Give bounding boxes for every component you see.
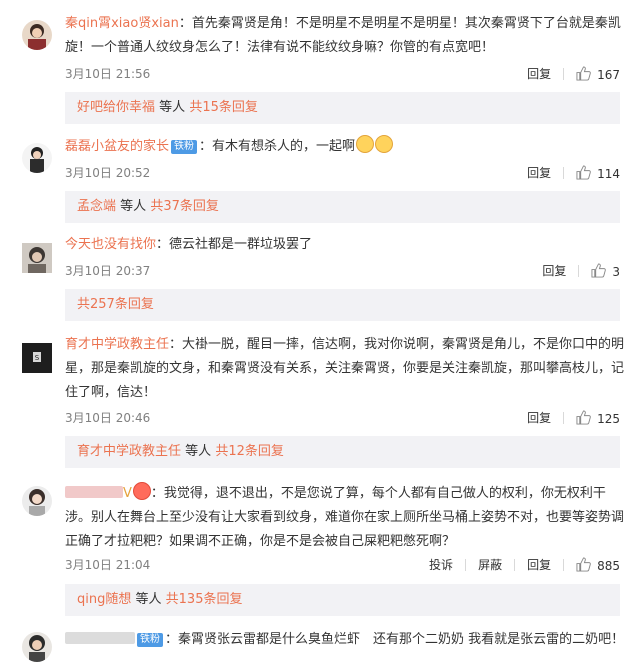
reply-button[interactable]: 回复: [527, 164, 551, 181]
reply-mid-text: 等人: [159, 100, 186, 115]
divider: [465, 558, 467, 571]
reply-button[interactable]: 回复: [527, 409, 551, 426]
thumbs-up-icon: [576, 409, 591, 425]
reply-button[interactable]: 回复: [527, 65, 551, 82]
reply-summary[interactable]: 好吧给你幸福 等人 共15条回复: [65, 92, 620, 124]
comment-time: 3月10日 20:52: [65, 166, 151, 180]
view-replies-link[interactable]: 共257条回复: [77, 297, 154, 312]
reply-button[interactable]: 回复: [542, 262, 566, 279]
fan-level-icon: [132, 482, 151, 500]
comment-text: 铁粉 ：秦霄贤张云雷都是什么臭鱼烂虾 还有那个二奶奶 我看就是张云雷的二奶吧！: [65, 628, 630, 652]
comment-time: 3月10日 21:04: [65, 558, 151, 572]
divider: [563, 67, 565, 80]
like-button[interactable]: 167: [576, 65, 620, 82]
emoji-icon: [356, 135, 375, 153]
comment-time: 3月10日 20:46: [65, 411, 151, 425]
thumbs-up-icon: [576, 556, 591, 572]
divider: [563, 411, 565, 424]
thumbs-up-icon: [576, 164, 591, 180]
comment-text: V ：我觉得，退不退出，不是您说了算，每个人都有自己做人的权利，你无权利干涉。别人…: [65, 482, 630, 554]
fan-badge: 铁粉: [171, 140, 198, 154]
reply-summary[interactable]: qing随想 等人 共135条回复: [65, 584, 620, 616]
reply-summary[interactable]: 育才中学政教主任 等人 共12条回复: [65, 436, 620, 468]
user-avatar[interactable]: [22, 20, 52, 50]
like-count: 885: [597, 558, 620, 573]
comment-text: 秦qin霄xiao贤xian：首先秦霄贤是角！不是明星不是明星不是明星！其次秦霄…: [65, 12, 630, 60]
username-redacted: [65, 632, 135, 644]
comment-text: 今天也没有找你：德云社都是一群垃圾罢了: [65, 233, 630, 257]
comment-actions: 回复 125: [527, 409, 620, 426]
like-button[interactable]: 3: [591, 262, 620, 279]
reply-user-link[interactable]: 孟念端: [77, 199, 116, 214]
reply-mid-text: 等人: [135, 592, 162, 607]
like-button[interactable]: 885: [576, 556, 620, 573]
comment-username[interactable]: 育才中学政教主任: [65, 337, 169, 352]
user-avatar[interactable]: [22, 143, 52, 173]
fan-badge: 铁粉: [137, 633, 163, 647]
like-count: 114: [597, 166, 620, 181]
reply-summary[interactable]: 共257条回复: [65, 289, 620, 321]
comment-time: 3月10日 20:37: [65, 264, 151, 278]
divider: [514, 558, 516, 571]
user-avatar[interactable]: [22, 486, 52, 516]
reply-button[interactable]: 回复: [527, 556, 551, 573]
thumbs-up-icon: [591, 262, 607, 278]
comment-text: 育才中学政教主任：大褂一脱，醒目一摔，信达啊，我对你说啊，秦霄贤是角儿，不是你口…: [65, 333, 630, 405]
user-avatar[interactable]: [22, 632, 52, 662]
report-button[interactable]: 投诉: [429, 556, 453, 573]
user-avatar[interactable]: [22, 243, 52, 273]
reply-user-link[interactable]: 好吧给你幸福: [77, 100, 155, 115]
comment-username[interactable]: 今天也没有找你: [65, 237, 156, 252]
comment-username[interactable]: 秦qin霄xiao贤xian: [65, 16, 179, 31]
reply-mid-text: 等人: [120, 199, 147, 214]
like-count: 125: [597, 411, 620, 426]
user-avatar[interactable]: S: [22, 343, 52, 373]
reply-user-link[interactable]: qing随想: [77, 592, 131, 607]
view-replies-link[interactable]: 共135条回复: [166, 592, 243, 607]
verified-icon: V: [123, 486, 132, 501]
thumbs-up-icon: [576, 65, 591, 81]
comment-actions: 回复 3: [542, 262, 620, 279]
like-count: 3: [612, 264, 620, 279]
view-replies-link[interactable]: 共37条回复: [150, 199, 219, 214]
view-replies-link[interactable]: 共12条回复: [215, 444, 284, 459]
comment-username[interactable]: 磊磊小盆友的家长: [65, 139, 169, 154]
divider: [563, 166, 565, 179]
divider: [578, 264, 580, 277]
comment-body: ：德云社都是一群垃圾罢了: [156, 237, 313, 252]
comment-actions: 回复 114: [527, 164, 620, 181]
comment-actions: 投诉 屏蔽 回复 885: [429, 556, 620, 573]
comment-actions: 回复 167: [527, 65, 620, 82]
comment-time: 3月10日 21:56: [65, 67, 151, 81]
like-button[interactable]: 114: [576, 164, 620, 181]
view-replies-link[interactable]: 共15条回复: [189, 100, 258, 115]
divider: [563, 558, 565, 571]
svg-text:S: S: [35, 354, 40, 362]
reply-mid-text: 等人: [185, 444, 212, 459]
reply-user-link[interactable]: 育才中学政教主任: [77, 444, 181, 459]
comment-text: 磊磊小盆友的家长 铁粉 ：有木有想杀人的，一起啊: [65, 135, 630, 159]
emoji-icon: [375, 135, 394, 153]
like-count: 167: [597, 67, 620, 82]
username-redacted: [65, 486, 123, 498]
comment-body: ：秦霄贤张云雷都是什么臭鱼烂虾 还有那个二奶奶 我看就是张云雷的二奶吧！: [165, 632, 625, 647]
block-button[interactable]: 屏蔽: [478, 556, 502, 573]
comment-body: ：有木有想杀人的，一起啊: [199, 139, 356, 154]
like-button[interactable]: 125: [576, 409, 620, 426]
reply-summary[interactable]: 孟念端 等人 共37条回复: [65, 191, 620, 223]
